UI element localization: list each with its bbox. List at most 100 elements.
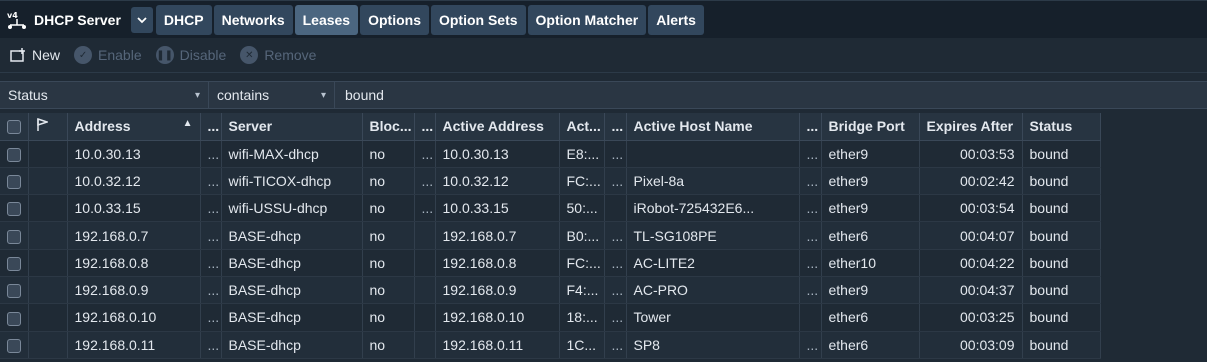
table-row[interactable]: 192.168.0.8... BASE-dhcp no 192.168.0.8 FC:.… (0, 249, 1101, 277)
filter-operator-select[interactable]: contains ▾ (209, 82, 335, 108)
table-cell: bound (1022, 194, 1101, 223)
tab-leases[interactable]: Leases (294, 4, 359, 35)
row-checkbox[interactable] (7, 229, 21, 244)
filter-field-select[interactable]: Status ▾ (0, 82, 209, 108)
row-checkbox-cell[interactable] (0, 331, 29, 359)
row-checkbox-cell[interactable] (0, 249, 29, 277)
table-row[interactable]: 192.168.0.7... BASE-dhcp no 192.168.0.7 B0:.… (0, 221, 1101, 250)
table-cell: ... (799, 167, 822, 196)
column-header[interactable]: ... (604, 113, 627, 141)
column-header[interactable]: ... (799, 113, 822, 141)
tab-options[interactable]: Options (360, 4, 429, 35)
enable-button-label: Enable (98, 47, 142, 63)
row-checkbox-cell[interactable] (0, 303, 29, 332)
table-cell: bound (1022, 303, 1101, 332)
table-row[interactable]: 192.168.0.11... BASE-dhcp no 192.168.0.11 1C… (0, 331, 1101, 359)
column-header[interactable]: Bridge Port (821, 113, 920, 141)
table-cell: Pixel-8a (626, 167, 800, 196)
table-cell: 10.0.33.15 (435, 194, 560, 223)
check-icon: ✓ (74, 46, 93, 64)
table-cell: ... (414, 194, 436, 223)
table-cell: 192.168.0.8 (435, 249, 560, 277)
table-cell (414, 331, 436, 359)
row-checkbox[interactable] (7, 147, 21, 162)
tab-option-sets[interactable]: Option Sets (430, 4, 526, 35)
column-header[interactable]: Expires After (919, 113, 1023, 141)
table-cell: ... (799, 194, 822, 223)
row-checkbox-cell[interactable] (0, 276, 29, 305)
row-checkbox-cell[interactable] (0, 167, 29, 196)
disable-button[interactable]: ❚❚ Disable (155, 46, 226, 64)
table-row[interactable]: 10.0.30.13... wifi-MAX-dhcp no... 10.0.30.1… (0, 140, 1101, 168)
row-checkbox-cell[interactable] (0, 140, 29, 168)
column-header[interactable]: Server (221, 113, 363, 141)
column-header[interactable]: Active Host Name (626, 113, 800, 141)
app-title: v4 DHCP Server (4, 5, 127, 35)
table-cell: 00:03:53 (919, 140, 1023, 168)
row-checkbox[interactable] (7, 175, 21, 190)
table-row[interactable]: 10.0.33.15... wifi-USSU-dhcp no... 10.0.33.… (0, 194, 1101, 223)
row-flag-cell (28, 221, 68, 250)
table-cell: 00:04:07 (919, 221, 1023, 250)
app-title-text: DHCP Server (34, 11, 121, 28)
table-cell: ... (604, 167, 627, 196)
table-cell: no (362, 194, 415, 223)
table-cell: wifi-USSU-dhcp (221, 194, 363, 223)
remove-button[interactable]: ✕ Remove (240, 46, 316, 64)
table-cell: 00:03:25 (919, 303, 1023, 332)
table-cell: 192.168.0.9 (67, 276, 201, 305)
column-header[interactable]: Address ▲ (67, 113, 201, 141)
table-cell: ether6 (821, 303, 920, 332)
filter-operator-value: contains (217, 87, 270, 103)
row-flag-cell (28, 331, 68, 359)
flag-column-header[interactable] (28, 113, 68, 141)
table-cell: 192.168.0.10 (435, 303, 560, 332)
row-checkbox[interactable] (7, 284, 21, 299)
table-cell: ether9 (821, 140, 920, 168)
table-cell: no (362, 276, 415, 305)
column-header[interactable]: Bloc... (362, 113, 415, 141)
table-cell: BASE-dhcp (221, 331, 363, 359)
tab-alerts[interactable]: Alerts (648, 4, 704, 35)
select-all-checkbox-header[interactable] (0, 113, 29, 141)
row-checkbox[interactable] (7, 311, 21, 326)
table-row[interactable]: 192.168.0.10... BASE-dhcp no 192.168.0.10 18… (0, 303, 1101, 332)
table-cell: ... (414, 167, 436, 196)
table-cell: ... (200, 221, 222, 250)
column-header[interactable]: Active Address (435, 113, 560, 141)
menu-toggle-button[interactable] (130, 6, 153, 33)
table-cell: iRobot-725432E6... (626, 194, 800, 223)
toolbar: New ✓ Enable ❚❚ Disable ✕ Remove (0, 38, 1207, 73)
tab-networks[interactable]: Networks (213, 4, 293, 35)
tab-option-matcher[interactable]: Option Matcher (527, 4, 647, 35)
column-header[interactable]: Act... (559, 113, 605, 141)
table-cell: ... (604, 249, 627, 277)
table-cell: no (362, 167, 415, 196)
table-cell: E8:... (559, 140, 605, 168)
leases-table: Address ▲... Server Bloc...... Active Addres… (0, 113, 1101, 359)
select-all-checkbox[interactable] (7, 120, 21, 135)
row-checkbox[interactable] (7, 338, 21, 353)
column-header-label: Address (74, 118, 131, 135)
column-header[interactable]: Status (1022, 113, 1101, 141)
row-checkbox[interactable] (7, 256, 21, 271)
row-checkbox[interactable] (7, 202, 21, 217)
table-cell: BASE-dhcp (221, 303, 363, 332)
column-header[interactable]: ... (200, 113, 222, 141)
table-row[interactable]: 192.168.0.9... BASE-dhcp no 192.168.0.9 F4:.… (0, 276, 1101, 305)
enable-button[interactable]: ✓ Enable (74, 46, 142, 64)
table-row[interactable]: 10.0.32.12... wifi-TICOX-dhcp no... 10.0.32… (0, 167, 1101, 196)
table-cell: ... (200, 303, 222, 332)
table-cell: 10.0.33.15 (67, 194, 201, 223)
row-checkbox-cell[interactable] (0, 194, 29, 223)
tab-dhcp[interactable]: DHCP (155, 4, 212, 35)
column-header[interactable]: ... (414, 113, 436, 141)
filter-value-input[interactable]: bound (335, 82, 1207, 108)
table-cell: 192.168.0.7 (435, 221, 560, 250)
row-checkbox-cell[interactable] (0, 221, 29, 250)
dhcp-network-icon: v4 (7, 11, 26, 29)
new-button[interactable]: New (10, 47, 60, 63)
table-cell: F4:... (559, 276, 605, 305)
table-cell: ... (604, 331, 627, 359)
table-cell: ether9 (821, 276, 920, 305)
